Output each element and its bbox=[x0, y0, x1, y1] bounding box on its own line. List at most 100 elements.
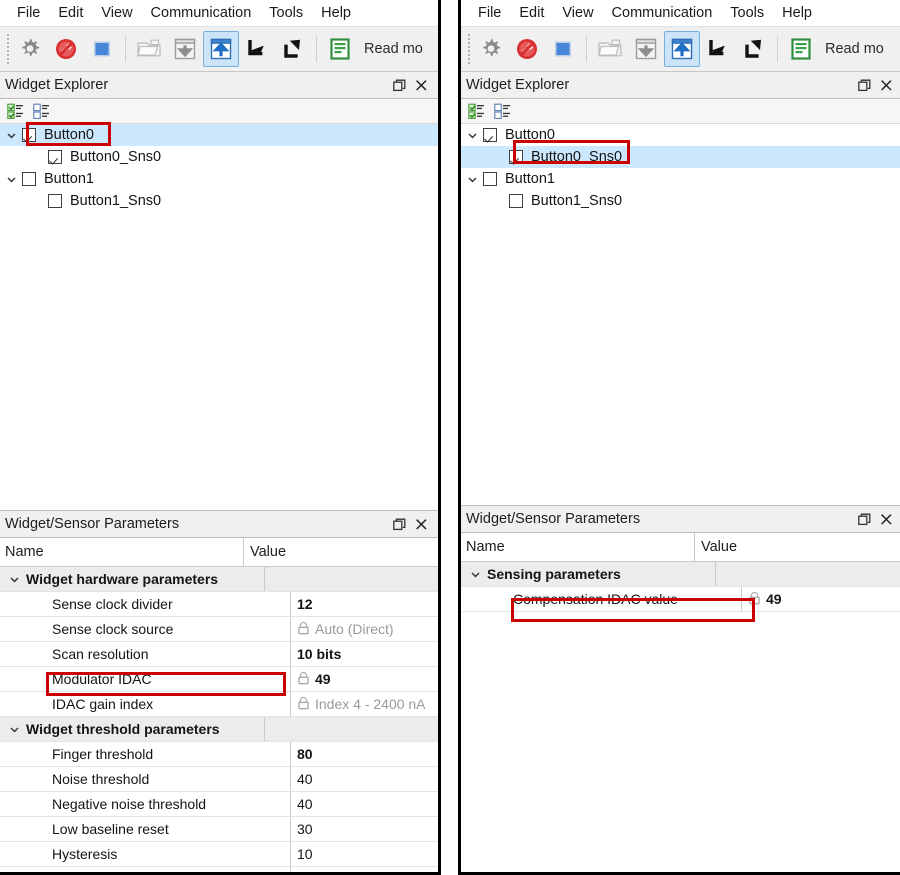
import-icon-button[interactable] bbox=[239, 31, 275, 67]
chevron-down-icon[interactable] bbox=[461, 124, 483, 146]
param-value[interactable]: 10 bbox=[291, 842, 438, 866]
tree-row-button0[interactable]: Button0 bbox=[461, 124, 900, 146]
tree-checkbox-button0[interactable] bbox=[483, 128, 497, 142]
menu-file[interactable]: File bbox=[8, 0, 49, 26]
param-row-finger-threshold[interactable]: Finger threshold 80 bbox=[0, 742, 438, 767]
param-row-compensation-idac-value[interactable]: Compensation IDAC value 49 bbox=[461, 587, 900, 612]
param-value[interactable]: 80 bbox=[291, 742, 438, 766]
menu-help[interactable]: Help bbox=[773, 0, 821, 26]
param-row-noise-threshold[interactable]: Noise threshold 40 bbox=[0, 767, 438, 792]
tree-row-button0-sns0[interactable]: Button0_Sns0 bbox=[0, 146, 438, 168]
stop-icon-button[interactable] bbox=[545, 31, 581, 67]
param-value[interactable]: 12 bbox=[291, 592, 438, 616]
param-value[interactable]: 49 bbox=[291, 667, 438, 691]
import-icon-button[interactable] bbox=[700, 31, 736, 67]
param-value[interactable]: 3 bbox=[291, 867, 438, 872]
tree-checkbox-button1-sns0[interactable] bbox=[48, 194, 62, 208]
menu-edit[interactable]: Edit bbox=[49, 0, 92, 26]
menu-tools[interactable]: Tools bbox=[260, 0, 312, 26]
tree-row-button1-sns0[interactable]: Button1_Sns0 bbox=[461, 190, 900, 212]
chevron-down-icon[interactable] bbox=[0, 124, 22, 146]
float-icon-button[interactable] bbox=[853, 509, 875, 529]
param-row-hysteresis[interactable]: Hysteresis 10 bbox=[0, 842, 438, 867]
menu-file[interactable]: File bbox=[469, 0, 510, 26]
chevron-down-icon[interactable] bbox=[5, 567, 23, 591]
apply-to-device-icon-button[interactable] bbox=[664, 31, 700, 67]
param-row-widget-hardware-parameters[interactable]: Widget hardware parameters bbox=[0, 567, 438, 592]
tree-row-button0[interactable]: Button0 bbox=[0, 124, 438, 146]
param-row-scan-resolution[interactable]: Scan resolution 10 bits bbox=[0, 642, 438, 667]
param-value[interactable] bbox=[716, 562, 900, 586]
param-row-on-debounce[interactable]: ON debounce 3 bbox=[0, 867, 438, 872]
param-row-low-baseline-reset[interactable]: Low baseline reset 30 bbox=[0, 817, 438, 842]
gear-icon-button[interactable] bbox=[473, 31, 509, 67]
close-icon-button[interactable] bbox=[410, 514, 432, 534]
toolbar-grip[interactable] bbox=[4, 34, 12, 64]
load-from-device-icon-button[interactable] bbox=[167, 31, 203, 67]
menu-edit[interactable]: Edit bbox=[510, 0, 553, 26]
export-icon-button[interactable] bbox=[275, 31, 311, 67]
tree-row-button0-sns0[interactable]: Button0_Sns0 bbox=[461, 146, 900, 168]
close-icon-button[interactable] bbox=[875, 75, 897, 95]
left-parameter-grid[interactable]: Name Value Widget hardware parameters Sen… bbox=[0, 538, 438, 872]
tree-checkbox-button0[interactable] bbox=[22, 128, 36, 142]
uncheck-all-icon-button[interactable] bbox=[492, 101, 512, 121]
chevron-down-icon[interactable] bbox=[466, 562, 484, 586]
chevron-down-icon[interactable] bbox=[461, 168, 483, 190]
menu-view[interactable]: View bbox=[92, 0, 141, 26]
param-value[interactable]: Index 4 - 2400 nA bbox=[291, 692, 438, 716]
menu-communication[interactable]: Communication bbox=[142, 0, 261, 26]
param-row-widget-threshold-parameters[interactable]: Widget threshold parameters bbox=[0, 717, 438, 742]
stop-icon-button[interactable] bbox=[84, 31, 120, 67]
check-all-icon-button[interactable] bbox=[5, 101, 25, 121]
tree-row-button1[interactable]: Button1 bbox=[0, 168, 438, 190]
right-widget-tree[interactable]: Button0 Button0_Sns0 Button1 Button1_Sns… bbox=[461, 124, 900, 505]
tree-checkbox-button0-sns0[interactable] bbox=[509, 150, 523, 164]
gear-icon-button[interactable] bbox=[12, 31, 48, 67]
param-row-negative-noise-threshold[interactable]: Negative noise threshold 40 bbox=[0, 792, 438, 817]
param-value[interactable]: 10 bits bbox=[291, 642, 438, 666]
tree-checkbox-button1[interactable] bbox=[22, 172, 36, 186]
load-from-device-icon-button[interactable] bbox=[628, 31, 664, 67]
param-row-sense-clock-divider[interactable]: Sense clock divider 12 bbox=[0, 592, 438, 617]
open-folder-icon-button[interactable] bbox=[592, 31, 628, 67]
float-icon-button[interactable] bbox=[388, 75, 410, 95]
close-icon-button[interactable] bbox=[410, 75, 432, 95]
tree-checkbox-button1-sns0[interactable] bbox=[509, 194, 523, 208]
apply-to-device-icon-button[interactable] bbox=[203, 31, 239, 67]
disconnect-icon-button[interactable] bbox=[509, 31, 545, 67]
param-row-idac-gain-index[interactable]: IDAC gain index Index 4 - 2400 nA bbox=[0, 692, 438, 717]
tree-checkbox-button0-sns0[interactable] bbox=[48, 150, 62, 164]
toolbar-grip[interactable] bbox=[465, 34, 473, 64]
param-value[interactable] bbox=[265, 567, 438, 591]
disconnect-icon-button[interactable] bbox=[48, 31, 84, 67]
tree-checkbox-button1[interactable] bbox=[483, 172, 497, 186]
param-row-sensing-parameters[interactable]: Sensing parameters bbox=[461, 562, 900, 587]
param-value[interactable]: 30 bbox=[291, 817, 438, 841]
check-all-icon-button[interactable] bbox=[466, 101, 486, 121]
menu-help[interactable]: Help bbox=[312, 0, 360, 26]
menu-communication[interactable]: Communication bbox=[603, 0, 722, 26]
tree-row-button1[interactable]: Button1 bbox=[461, 168, 900, 190]
report-icon-button[interactable] bbox=[322, 31, 358, 67]
param-row-modulator-idac[interactable]: Modulator IDAC 49 bbox=[0, 667, 438, 692]
param-value[interactable] bbox=[265, 717, 438, 741]
uncheck-all-icon-button[interactable] bbox=[31, 101, 51, 121]
float-icon-button[interactable] bbox=[388, 514, 410, 534]
close-icon-button[interactable] bbox=[875, 509, 897, 529]
param-row-sense-clock-source[interactable]: Sense clock source Auto (Direct) bbox=[0, 617, 438, 642]
open-folder-icon-button[interactable] bbox=[131, 31, 167, 67]
param-value[interactable]: 49 bbox=[742, 587, 900, 611]
chevron-down-icon[interactable] bbox=[5, 717, 23, 741]
param-value[interactable]: 40 bbox=[291, 767, 438, 791]
chevron-down-icon[interactable] bbox=[0, 168, 22, 190]
menu-tools[interactable]: Tools bbox=[721, 0, 773, 26]
tree-row-button1-sns0[interactable]: Button1_Sns0 bbox=[0, 190, 438, 212]
left-widget-tree[interactable]: Button0 Button0_Sns0 Button1 Button1_Sns… bbox=[0, 124, 438, 510]
export-icon-button[interactable] bbox=[736, 31, 772, 67]
param-value[interactable]: 40 bbox=[291, 792, 438, 816]
menu-view[interactable]: View bbox=[553, 0, 602, 26]
report-icon-button[interactable] bbox=[783, 31, 819, 67]
float-icon-button[interactable] bbox=[853, 75, 875, 95]
param-value[interactable]: Auto (Direct) bbox=[291, 617, 438, 641]
